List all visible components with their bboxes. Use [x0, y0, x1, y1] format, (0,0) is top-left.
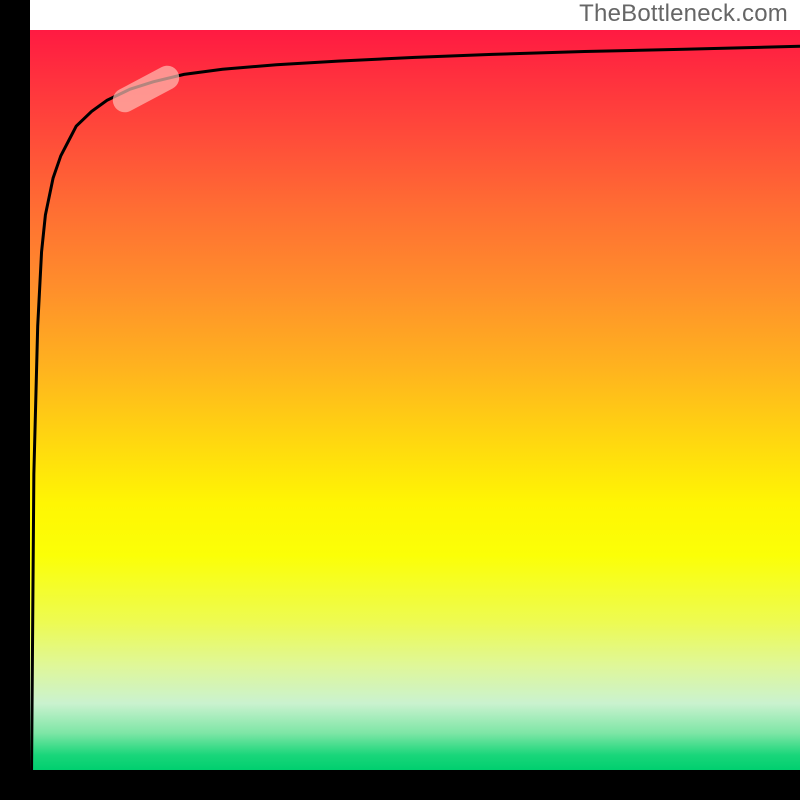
chart-container: TheBottleneck.com: [0, 0, 800, 800]
y-axis: [0, 0, 30, 800]
data-curve: [32, 46, 800, 770]
watermark-text: TheBottleneck.com: [579, 0, 788, 28]
x-axis: [0, 770, 800, 800]
curve-layer: [30, 30, 800, 770]
